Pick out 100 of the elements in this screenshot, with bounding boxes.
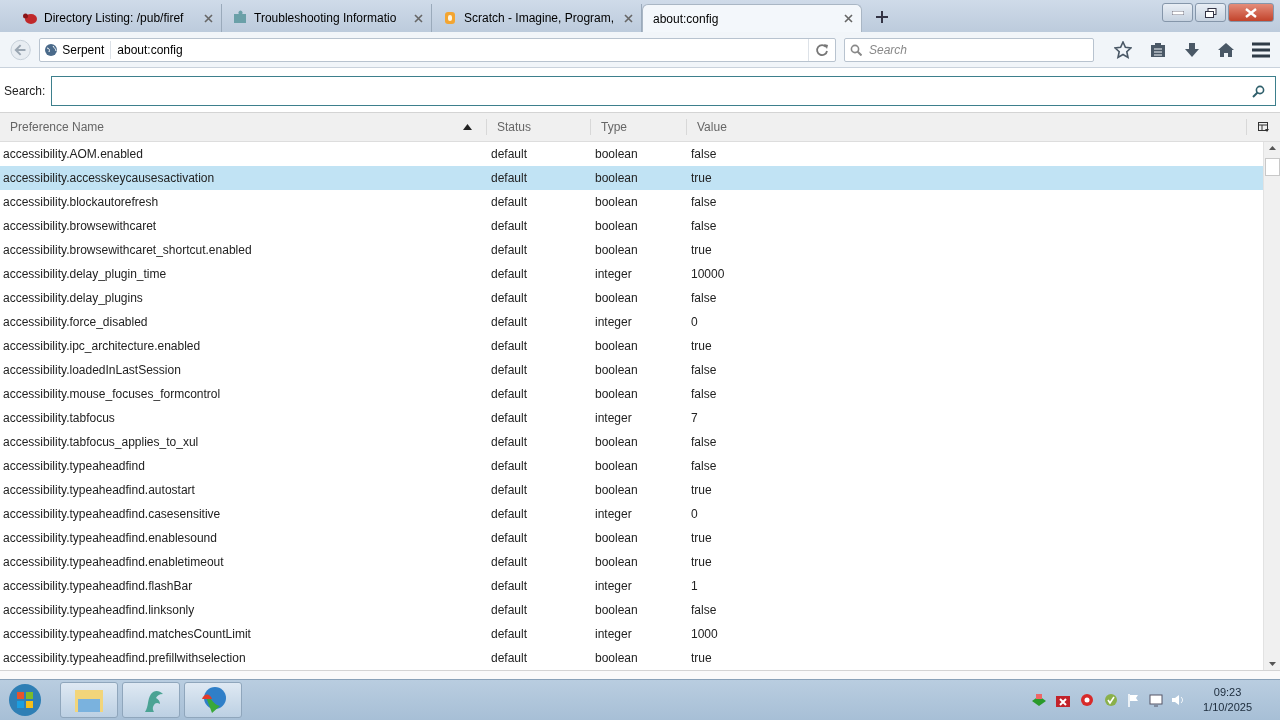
star-icon[interactable] [1114, 40, 1132, 59]
scroll-up-icon[interactable] [1268, 146, 1276, 150]
column-header[interactable]: Value [686, 119, 1246, 135]
preference-row[interactable]: accessibility.typeaheadfind.casesensitive default integer 0 [0, 502, 1263, 526]
status-cell-text: default [490, 603, 529, 617]
preference-name: accessibility.typeaheadfind.autostart [2, 483, 196, 497]
preference-row[interactable]: accessibility.tabfocus default integer 7 [0, 406, 1263, 430]
horizontal-scrollbar[interactable] [0, 670, 1280, 679]
preference-name: accessibility.AOM.enabled [2, 147, 144, 161]
preference-name: accessibility.typeaheadfind.matchesCountLimit [2, 627, 252, 641]
close-icon[interactable] [204, 13, 213, 23]
preference-row[interactable]: accessibility.typeaheadfind.linksonly default boolean false [0, 598, 1263, 622]
type-cell-text: boolean [594, 219, 639, 233]
type-cell-text: boolean [594, 651, 639, 665]
preference-row[interactable]: accessibility.typeaheadfind.enabletimeout default boolean true [0, 550, 1263, 574]
preference-row[interactable]: accessibility.delay_plugin_time default integer 10000 [0, 262, 1263, 286]
status-cell-text: default [490, 627, 529, 641]
preference-name: accessibility.mouse_focuses_formcontrol [2, 387, 222, 401]
search-label: Search: [4, 84, 46, 98]
preference-row[interactable]: accessibility.ipc_architecture.enabled default boolean true [0, 334, 1263, 358]
value-cell-text: false [690, 147, 718, 161]
status-cell-text: default [490, 195, 529, 209]
clock-date: 1/10/2025 [1203, 700, 1252, 715]
close-icon [1245, 7, 1257, 18]
close-button[interactable] [1228, 3, 1274, 22]
value-cell-text: false [690, 291, 718, 305]
close-icon[interactable] [624, 13, 633, 23]
status-cell-text: default [490, 459, 529, 473]
value-cell-text: false [690, 435, 718, 449]
downloader-button[interactable] [184, 682, 242, 718]
close-icon[interactable] [844, 14, 853, 23]
search-field[interactable]: Search [844, 37, 1094, 62]
value-cell-text: 1 [690, 579, 699, 593]
preference-name: accessibility.force_disabled [2, 315, 149, 329]
preference-row[interactable]: accessibility.accesskeycausesactivation default boolean true [0, 166, 1263, 190]
reload-icon[interactable] [815, 42, 829, 57]
type-cell-text: integer [594, 579, 633, 593]
dragon-app-button[interactable] [122, 682, 180, 718]
status-cell-text: default [490, 579, 529, 593]
preference-row[interactable]: accessibility.browsewithcaret default boolean false [0, 214, 1263, 238]
start-orb-icon[interactable] [8, 683, 42, 717]
close-icon[interactable] [414, 13, 423, 23]
preference-name: accessibility.blockautorefresh [2, 195, 160, 209]
clock-time: 09:23 [1213, 685, 1242, 700]
preference-row[interactable]: accessibility.browsewithcaret_shortcut.enabled default boolean true [0, 238, 1263, 262]
preference-name: accessibility.accesskeycausesactivation [2, 171, 216, 185]
type-cell-text: boolean [594, 339, 639, 353]
value-cell-text: 7 [690, 411, 699, 425]
clock[interactable]: 09:23 1/10/2025 [1203, 685, 1252, 715]
preference-row[interactable]: accessibility.force_disabled default integer 0 [0, 310, 1263, 334]
preference-row[interactable]: accessibility.tabfocus_applies_to_xul default boolean false [0, 430, 1263, 454]
type-cell-text: boolean [594, 147, 639, 161]
plus-icon[interactable] [876, 11, 888, 23]
target-icon[interactable] [1079, 692, 1096, 708]
clipboard-icon[interactable] [1150, 41, 1166, 58]
preference-name: accessibility.delay_plugin_time [2, 267, 168, 281]
monitor-icon[interactable] [1149, 693, 1164, 707]
type-cell-text: integer [594, 411, 633, 425]
status-cell-text: default [490, 243, 529, 257]
status-cell-text: default [490, 291, 529, 305]
type-cell-text: boolean [594, 555, 639, 569]
type-cell-text: boolean [594, 171, 639, 185]
status-cell-text: default [490, 171, 529, 185]
preference-row[interactable]: accessibility.typeaheadfind.enablesound default boolean true [0, 526, 1263, 550]
minimize-icon [1171, 10, 1184, 15]
restore-button[interactable] [1195, 3, 1226, 22]
preference-row[interactable]: accessibility.loadedInLastSession default boolean false [0, 358, 1263, 382]
preference-row[interactable]: accessibility.typeaheadfind.prefillwithselection default boolean true [0, 646, 1263, 670]
value-cell-text: true [690, 531, 713, 545]
preference-row[interactable]: accessibility.AOM.enabled default boolean false [0, 142, 1263, 166]
type-cell-text: boolean [594, 387, 639, 401]
site-identity-button[interactable]: Serpent [40, 40, 112, 59]
column-header[interactable]: Status [486, 119, 590, 135]
scroll-down-icon[interactable] [1268, 662, 1276, 666]
type-cell-text: boolean [594, 363, 639, 377]
preference-row[interactable]: accessibility.typeaheadfind.flashBar default integer 1 [0, 574, 1263, 598]
url-field[interactable]: about:config [111, 42, 808, 57]
home-icon[interactable] [1218, 41, 1234, 58]
preference-row[interactable]: accessibility.delay_plugins default boolean false [0, 286, 1263, 310]
value-cell-text: true [690, 339, 713, 353]
column-header[interactable]: Preference Name [0, 119, 486, 135]
status-cell-text: default [490, 339, 529, 353]
column-header[interactable]: Type [590, 119, 686, 135]
preference-row[interactable]: accessibility.typeaheadfind.matchesCountLimit default integer 1000 [0, 622, 1263, 646]
search-field[interactable] [51, 76, 1276, 106]
browser-tab[interactable]: about:config [642, 4, 862, 32]
scrollbar-thumb[interactable] [1264, 158, 1280, 176]
value-cell-text: true [690, 555, 713, 569]
menu-icon[interactable] [1252, 41, 1270, 58]
value-cell-text: false [690, 459, 718, 473]
preference-row[interactable]: accessibility.mouse_focuses_formcontrol default boolean false [0, 382, 1263, 406]
column-picker-icon[interactable] [1258, 122, 1269, 132]
update-icon[interactable] [1103, 692, 1120, 708]
type-cell-text: integer [594, 315, 633, 329]
preference-row[interactable]: accessibility.typeaheadfind default boolean false [0, 454, 1263, 478]
value-cell-text: false [690, 363, 718, 377]
value-cell-text: 0 [690, 315, 699, 329]
download-icon[interactable] [1184, 41, 1200, 58]
preference-row[interactable]: accessibility.blockautorefresh default boolean false [0, 190, 1263, 214]
preference-row[interactable]: accessibility.typeaheadfind.autostart default boolean true [0, 478, 1263, 502]
